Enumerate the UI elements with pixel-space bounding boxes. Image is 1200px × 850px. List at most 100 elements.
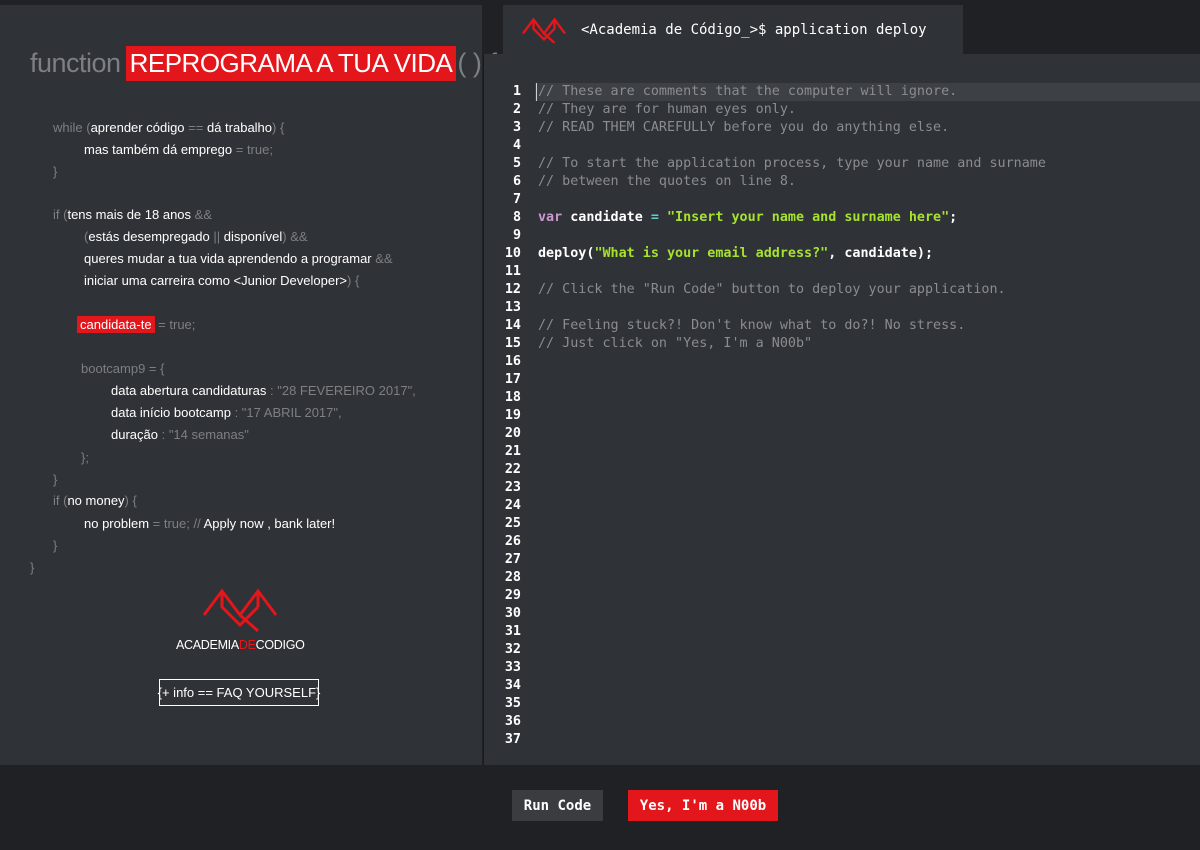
code-line: (estás desempregado || disponível) &&: [84, 229, 308, 244]
line-number: 9: [512, 228, 521, 243]
editor-line[interactable]: 3 // READ THEM CAREFULLY before you do an…: [483, 119, 1200, 137]
line-text: // They are for human eyes only.: [538, 102, 796, 117]
text-cursor: [536, 83, 537, 101]
line-number: 28: [504, 570, 521, 585]
line-text: var candidate = "Insert your name and su…: [538, 210, 958, 225]
editor-line[interactable]: 18: [483, 389, 1200, 407]
line-number: 34: [504, 678, 521, 693]
code-line: data abertura candidaturas : "28 FEVEREI…: [111, 383, 416, 398]
editor-line[interactable]: 17: [483, 371, 1200, 389]
editor-line[interactable]: 5 // To start the application process, ty…: [483, 155, 1200, 173]
academia-logo-icon: [182, 585, 298, 638]
line-number: 7: [512, 192, 521, 207]
line-number: 6: [512, 174, 521, 189]
faq-button[interactable]: {+ info == FAQ YOURSELF}: [158, 679, 320, 706]
editor-line[interactable]: 33: [483, 659, 1200, 677]
line-number: 32: [504, 642, 521, 657]
pseudo-code-block: while (aprender código == dá trabalho) {…: [0, 0, 482, 600]
line-number: 24: [504, 498, 521, 513]
line-text: // These are comments that the computer …: [538, 84, 958, 99]
code-line: iniciar uma carreira como <Junior Develo…: [84, 273, 360, 288]
editor-line[interactable]: 23: [483, 479, 1200, 497]
line-number: 13: [504, 300, 521, 315]
code-line: duração : "14 semanas": [111, 427, 249, 442]
line-number: 30: [504, 606, 521, 621]
editor-line[interactable]: 28: [483, 569, 1200, 587]
editor-line[interactable]: 7: [483, 191, 1200, 209]
editor-line[interactable]: 6 // between the quotes on line 8.: [483, 173, 1200, 191]
code-line: queres mudar a tua vida aprendendo a pro…: [84, 251, 393, 266]
line-text: // READ THEM CAREFULLY before you do any…: [538, 120, 950, 135]
editor-line[interactable]: 11: [483, 263, 1200, 281]
editor-line[interactable]: 8 var candidate = "Insert your name and s…: [483, 209, 1200, 227]
line-number: 17: [504, 372, 521, 387]
code-line: if (tens mais de 18 anos &&: [53, 207, 212, 222]
line-number: 31: [504, 624, 521, 639]
editor-line[interactable]: 29: [483, 587, 1200, 605]
line-number: 25: [504, 516, 521, 531]
line-number: 23: [504, 480, 521, 495]
line-number: 4: [512, 138, 521, 153]
candidata-highlight: candidata-te: [77, 316, 155, 333]
code-editor[interactable]: 1 // These are comments that the computer…: [483, 54, 1200, 765]
line-number: 10: [504, 246, 521, 261]
editor-line[interactable]: 26: [483, 533, 1200, 551]
editor-line[interactable]: 25: [483, 515, 1200, 533]
editor-line[interactable]: 37: [483, 731, 1200, 749]
line-number: 29: [504, 588, 521, 603]
editor-line[interactable]: 32: [483, 641, 1200, 659]
editor-line[interactable]: 4: [483, 137, 1200, 155]
editor-line[interactable]: 20: [483, 425, 1200, 443]
editor-line[interactable]: 30: [483, 605, 1200, 623]
editor-line[interactable]: 14 // Feeling stuck?! Don't know what to …: [483, 317, 1200, 335]
code-line: }: [30, 560, 35, 575]
code-line: if (no money) {: [53, 493, 137, 508]
line-text: // Feeling stuck?! Don't know what to do…: [538, 318, 966, 333]
editor-line[interactable]: 2 // They are for human eyes only.: [483, 101, 1200, 119]
line-number: 37: [504, 732, 521, 747]
run-code-button[interactable]: Run Code: [512, 790, 603, 821]
line-number: 27: [504, 552, 521, 567]
editor-line[interactable]: 35: [483, 695, 1200, 713]
line-number: 18: [504, 390, 521, 405]
editor-line[interactable]: 12 // Click the "Run Code" button to depl…: [483, 281, 1200, 299]
code-line: mas também dá emprego = true;: [84, 142, 273, 157]
editor-line[interactable]: 36: [483, 713, 1200, 731]
noob-help-button[interactable]: Yes, I'm a N00b: [628, 790, 778, 821]
editor-line[interactable]: 9: [483, 227, 1200, 245]
line-number: 33: [504, 660, 521, 675]
line-text: // between the quotes on line 8.: [538, 174, 796, 189]
line-number: 12: [504, 282, 521, 297]
line-number: 22: [504, 462, 521, 477]
editor-line[interactable]: 16: [483, 353, 1200, 371]
editor-line[interactable]: 21: [483, 443, 1200, 461]
editor-line[interactable]: 15 // Just click on "Yes, I'm a N00b": [483, 335, 1200, 353]
line-text: // Click the "Run Code" button to deploy…: [538, 282, 1006, 297]
line-number: 5: [512, 156, 521, 171]
line-number: 35: [504, 696, 521, 711]
editor-line[interactable]: 19: [483, 407, 1200, 425]
code-line: }: [53, 538, 58, 553]
line-number: 20: [504, 426, 521, 441]
editor-line[interactable]: 10 deploy("What is your email address?", …: [483, 245, 1200, 263]
line-number: 14: [504, 318, 521, 333]
line-text: // Just click on "Yes, I'm a N00b": [538, 336, 813, 351]
editor-line[interactable]: 13: [483, 299, 1200, 317]
info-panel: function REPROGRAMA A TUA VIDA ( ) { whi…: [0, 0, 497, 765]
line-text: // To start the application process, typ…: [538, 156, 1046, 171]
academia-logo-text: ACADEMIADECODIGO: [176, 638, 305, 652]
editor-line[interactable]: 31: [483, 623, 1200, 641]
editor-line[interactable]: 22: [483, 461, 1200, 479]
editor-line[interactable]: 1 // These are comments that the computer…: [483, 83, 1200, 101]
line-number: 16: [504, 354, 521, 369]
editor-line[interactable]: 34: [483, 677, 1200, 695]
code-line: }: [53, 472, 58, 487]
editor-line[interactable]: 27: [483, 551, 1200, 569]
editor-line[interactable]: 24: [483, 497, 1200, 515]
line-number: 26: [504, 534, 521, 549]
editor-tab[interactable]: <Academia de Código_>$ application deplo…: [503, 5, 963, 54]
code-line: no problem = true; // Apply now , bank l…: [84, 516, 336, 531]
academia-logo-icon: [519, 16, 569, 44]
line-number: 36: [504, 714, 521, 729]
academia-logo-icon: [202, 588, 278, 633]
